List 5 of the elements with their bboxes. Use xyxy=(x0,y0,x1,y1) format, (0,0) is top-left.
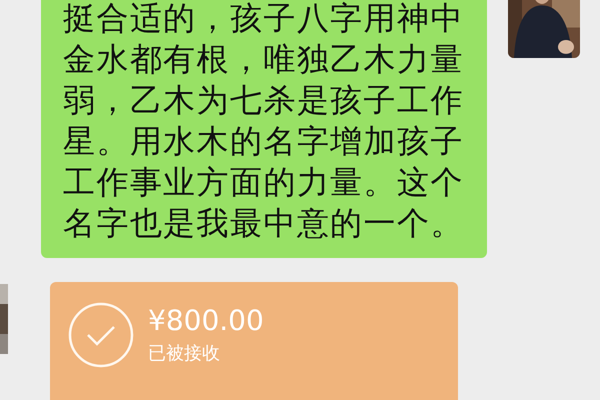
check-icon xyxy=(68,302,134,368)
transfer-amount: ¥800.00 xyxy=(148,305,264,337)
transfer-status: 已被接收 xyxy=(148,343,221,365)
message-text: 挺合适的，孩子八字用神中金水都有根，唯独乙木力量弱，乙木为七杀是孩子工作星。用水木的名字增加孩子工作事业方面的力量。这个名字也是我最中意的一个。 xyxy=(63,0,465,244)
transfer-card[interactable]: ¥800.00 已被接收 xyxy=(50,282,458,400)
